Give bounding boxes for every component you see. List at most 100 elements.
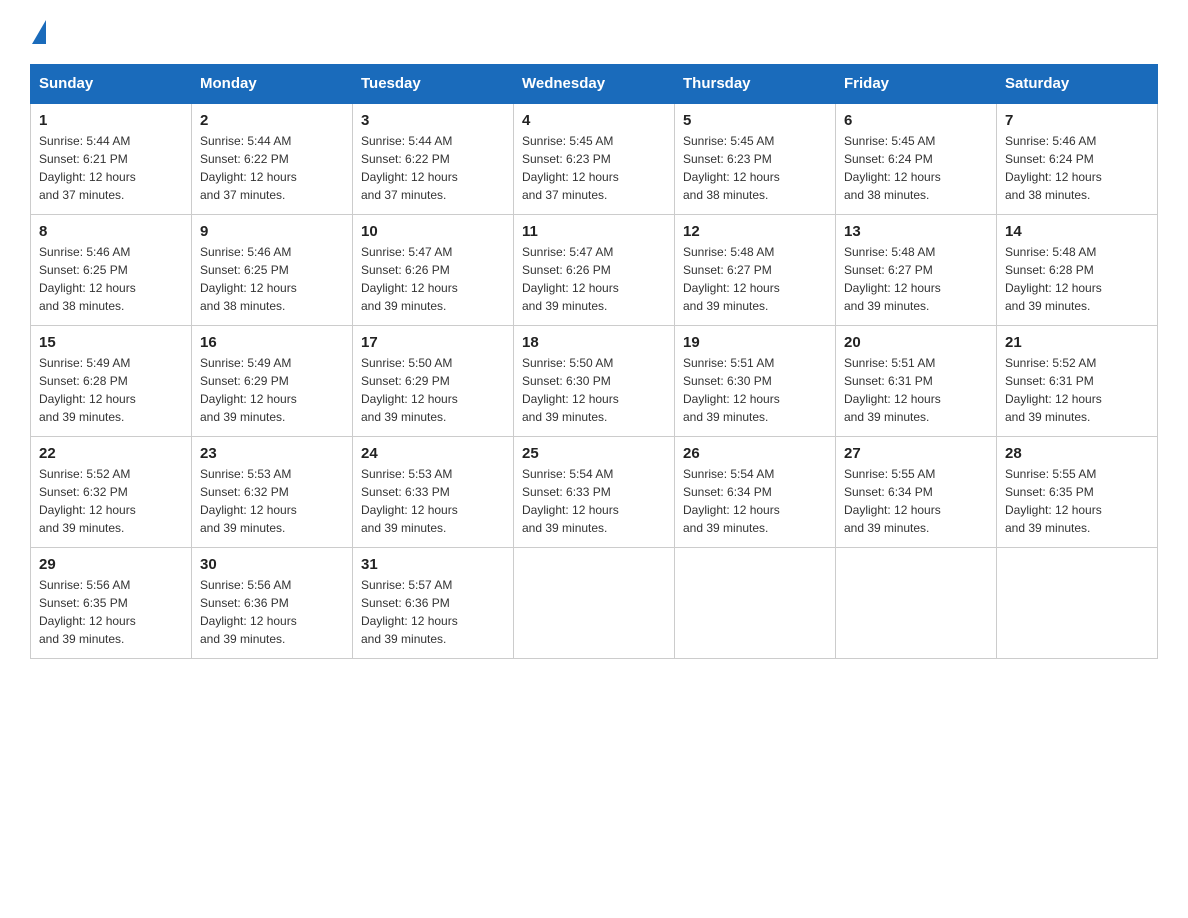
day-number: 15 bbox=[39, 334, 183, 351]
day-number: 28 bbox=[1005, 445, 1149, 462]
calendar-week-row: 29 Sunrise: 5:56 AMSunset: 6:35 PMDayligh… bbox=[31, 548, 1158, 659]
day-number: 14 bbox=[1005, 223, 1149, 240]
calendar-cell: 18 Sunrise: 5:50 AMSunset: 6:30 PMDayligh… bbox=[514, 326, 675, 437]
day-number: 22 bbox=[39, 445, 183, 462]
day-info: Sunrise: 5:54 AMSunset: 6:34 PMDaylight:… bbox=[683, 467, 780, 535]
day-number: 17 bbox=[361, 334, 505, 351]
day-info: Sunrise: 5:45 AMSunset: 6:23 PMDaylight:… bbox=[683, 134, 780, 202]
day-info: Sunrise: 5:57 AMSunset: 6:36 PMDaylight:… bbox=[361, 578, 458, 646]
day-info: Sunrise: 5:48 AMSunset: 6:28 PMDaylight:… bbox=[1005, 245, 1102, 313]
calendar-cell: 28Sunrise: 5:55 AMSunset: 6:35 PMDayligh… bbox=[997, 437, 1158, 548]
day-info: Sunrise: 5:56 AMSunset: 6:36 PMDaylight:… bbox=[200, 578, 297, 646]
day-info: Sunrise: 5:46 AMSunset: 6:24 PMDaylight:… bbox=[1005, 134, 1102, 202]
day-info: Sunrise: 5:55 AMSunset: 6:34 PMDaylight:… bbox=[844, 467, 941, 535]
day-number: 29 bbox=[39, 556, 183, 573]
day-info: Sunrise: 5:48 AMSunset: 6:27 PMDaylight:… bbox=[844, 245, 941, 313]
day-info: Sunrise: 5:46 AMSunset: 6:25 PMDaylight:… bbox=[39, 245, 136, 313]
day-number: 4 bbox=[522, 112, 666, 129]
day-info: Sunrise: 5:44 AMSunset: 6:22 PMDaylight:… bbox=[361, 134, 458, 202]
calendar-cell: 2Sunrise: 5:44 AMSunset: 6:22 PMDaylight… bbox=[192, 103, 353, 215]
calendar-cell bbox=[836, 548, 997, 659]
day-info: Sunrise: 5:49 AMSunset: 6:28 PMDaylight:… bbox=[39, 356, 136, 424]
day-number: 24 bbox=[361, 445, 505, 462]
calendar-cell: 6 Sunrise: 5:45 AMSunset: 6:24 PMDaylight… bbox=[836, 103, 997, 215]
column-header-wednesday: Wednesday bbox=[514, 65, 675, 104]
day-number: 21 bbox=[1005, 334, 1149, 351]
day-number: 10 bbox=[361, 223, 505, 240]
calendar-week-row: 15 Sunrise: 5:49 AMSunset: 6:28 PMDayligh… bbox=[31, 326, 1158, 437]
calendar-week-row: 1 Sunrise: 5:44 AMSunset: 6:21 PMDaylight… bbox=[31, 103, 1158, 215]
day-number: 8 bbox=[39, 223, 183, 240]
calendar-cell: 8 Sunrise: 5:46 AMSunset: 6:25 PMDaylight… bbox=[31, 215, 192, 326]
calendar-cell: 13Sunrise: 5:48 AMSunset: 6:27 PMDayligh… bbox=[836, 215, 997, 326]
day-info: Sunrise: 5:54 AMSunset: 6:33 PMDaylight:… bbox=[522, 467, 619, 535]
calendar-cell: 5 Sunrise: 5:45 AMSunset: 6:23 PMDaylight… bbox=[675, 103, 836, 215]
day-info: Sunrise: 5:47 AMSunset: 6:26 PMDaylight:… bbox=[522, 245, 619, 313]
day-number: 11 bbox=[522, 223, 666, 240]
day-info: Sunrise: 5:50 AMSunset: 6:29 PMDaylight:… bbox=[361, 356, 458, 424]
day-number: 6 bbox=[844, 112, 988, 129]
calendar-cell bbox=[997, 548, 1158, 659]
calendar-cell: 12 Sunrise: 5:48 AMSunset: 6:27 PMDayligh… bbox=[675, 215, 836, 326]
day-info: Sunrise: 5:53 AMSunset: 6:33 PMDaylight:… bbox=[361, 467, 458, 535]
calendar-cell: 26 Sunrise: 5:54 AMSunset: 6:34 PMDayligh… bbox=[675, 437, 836, 548]
calendar-cell: 7 Sunrise: 5:46 AMSunset: 6:24 PMDaylight… bbox=[997, 103, 1158, 215]
calendar-cell: 20 Sunrise: 5:51 AMSunset: 6:31 PMDayligh… bbox=[836, 326, 997, 437]
day-info: Sunrise: 5:45 AMSunset: 6:24 PMDaylight:… bbox=[844, 134, 941, 202]
column-header-friday: Friday bbox=[836, 65, 997, 104]
calendar-cell: 4 Sunrise: 5:45 AMSunset: 6:23 PMDaylight… bbox=[514, 103, 675, 215]
day-number: 20 bbox=[844, 334, 988, 351]
day-number: 19 bbox=[683, 334, 827, 351]
calendar-cell: 3 Sunrise: 5:44 AMSunset: 6:22 PMDaylight… bbox=[353, 103, 514, 215]
day-info: Sunrise: 5:51 AMSunset: 6:30 PMDaylight:… bbox=[683, 356, 780, 424]
day-number: 1 bbox=[39, 112, 183, 129]
calendar-cell bbox=[675, 548, 836, 659]
day-number: 18 bbox=[522, 334, 666, 351]
day-info: Sunrise: 5:51 AMSunset: 6:31 PMDaylight:… bbox=[844, 356, 941, 424]
day-info: Sunrise: 5:45 AMSunset: 6:23 PMDaylight:… bbox=[522, 134, 619, 202]
calendar-cell bbox=[514, 548, 675, 659]
day-number: 30 bbox=[200, 556, 344, 573]
column-header-sunday: Sunday bbox=[31, 65, 192, 104]
day-number: 23 bbox=[200, 445, 344, 462]
calendar-cell: 9 Sunrise: 5:46 AMSunset: 6:25 PMDaylight… bbox=[192, 215, 353, 326]
day-number: 31 bbox=[361, 556, 505, 573]
day-info: Sunrise: 5:46 AMSunset: 6:25 PMDaylight:… bbox=[200, 245, 297, 313]
calendar-cell: 15 Sunrise: 5:49 AMSunset: 6:28 PMDayligh… bbox=[31, 326, 192, 437]
calendar-cell: 10 Sunrise: 5:47 AMSunset: 6:26 PMDayligh… bbox=[353, 215, 514, 326]
day-number: 7 bbox=[1005, 112, 1149, 129]
calendar-cell: 24 Sunrise: 5:53 AMSunset: 6:33 PMDayligh… bbox=[353, 437, 514, 548]
day-number: 25 bbox=[522, 445, 666, 462]
day-info: Sunrise: 5:48 AMSunset: 6:27 PMDaylight:… bbox=[683, 245, 780, 313]
logo bbox=[30, 20, 46, 48]
page-header bbox=[30, 20, 1158, 48]
day-number: 12 bbox=[683, 223, 827, 240]
calendar-table: SundayMondayTuesdayWednesdayThursdayFrid… bbox=[30, 64, 1158, 659]
day-info: Sunrise: 5:44 AMSunset: 6:21 PMDaylight:… bbox=[39, 134, 136, 202]
calendar-cell: 31 Sunrise: 5:57 AMSunset: 6:36 PMDayligh… bbox=[353, 548, 514, 659]
day-number: 3 bbox=[361, 112, 505, 129]
calendar-week-row: 22 Sunrise: 5:52 AMSunset: 6:32 PMDayligh… bbox=[31, 437, 1158, 548]
calendar-cell: 21Sunrise: 5:52 AMSunset: 6:31 PMDayligh… bbox=[997, 326, 1158, 437]
calendar-cell: 22 Sunrise: 5:52 AMSunset: 6:32 PMDayligh… bbox=[31, 437, 192, 548]
day-info: Sunrise: 5:50 AMSunset: 6:30 PMDaylight:… bbox=[522, 356, 619, 424]
day-info: Sunrise: 5:56 AMSunset: 6:35 PMDaylight:… bbox=[39, 578, 136, 646]
calendar-cell: 14 Sunrise: 5:48 AMSunset: 6:28 PMDayligh… bbox=[997, 215, 1158, 326]
day-info: Sunrise: 5:52 AMSunset: 6:32 PMDaylight:… bbox=[39, 467, 136, 535]
column-header-tuesday: Tuesday bbox=[353, 65, 514, 104]
column-header-saturday: Saturday bbox=[997, 65, 1158, 104]
calendar-week-row: 8 Sunrise: 5:46 AMSunset: 6:25 PMDaylight… bbox=[31, 215, 1158, 326]
day-info: Sunrise: 5:49 AMSunset: 6:29 PMDaylight:… bbox=[200, 356, 297, 424]
calendar-cell: 27Sunrise: 5:55 AMSunset: 6:34 PMDayligh… bbox=[836, 437, 997, 548]
calendar-cell: 11 Sunrise: 5:47 AMSunset: 6:26 PMDayligh… bbox=[514, 215, 675, 326]
logo-triangle-icon bbox=[32, 20, 46, 44]
calendar-header-row: SundayMondayTuesdayWednesdayThursdayFrid… bbox=[31, 65, 1158, 104]
calendar-cell: 23Sunrise: 5:53 AMSunset: 6:32 PMDayligh… bbox=[192, 437, 353, 548]
day-number: 5 bbox=[683, 112, 827, 129]
calendar-cell: 30 Sunrise: 5:56 AMSunset: 6:36 PMDayligh… bbox=[192, 548, 353, 659]
day-number: 26 bbox=[683, 445, 827, 462]
day-info: Sunrise: 5:47 AMSunset: 6:26 PMDaylight:… bbox=[361, 245, 458, 313]
day-number: 9 bbox=[200, 223, 344, 240]
day-info: Sunrise: 5:44 AMSunset: 6:22 PMDaylight:… bbox=[200, 134, 297, 202]
column-header-thursday: Thursday bbox=[675, 65, 836, 104]
